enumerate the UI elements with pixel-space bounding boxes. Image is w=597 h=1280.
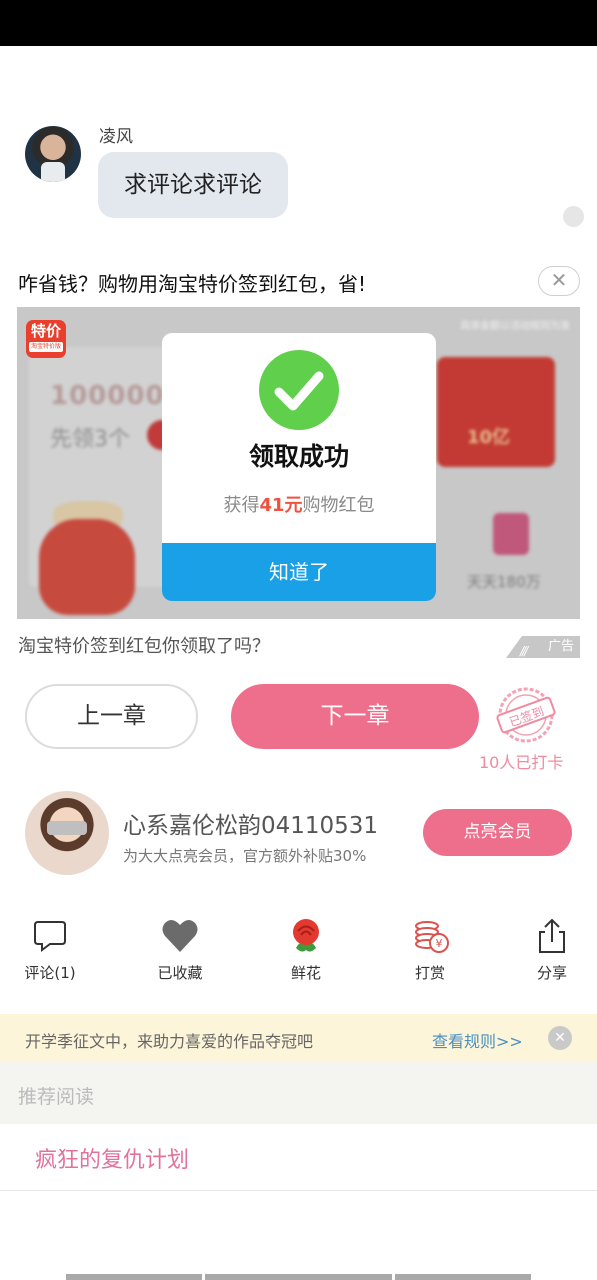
ad-caption[interactable]: 淘宝特价签到红包你领取了吗？ <box>18 632 270 658</box>
ad-sub-text: 先领3个 <box>50 427 130 452</box>
popup-ok-button[interactable]: 知道了 <box>162 543 436 601</box>
banner-close-icon[interactable]: ✕ <box>548 1026 572 1050</box>
recommend-heading: 推荐阅读 <box>18 1086 95 1108</box>
popup-title: 领取成功 <box>248 442 349 471</box>
checkin-stamp-icon[interactable]: 已签到 <box>494 686 558 744</box>
commenter-name: 凌风 <box>99 127 133 147</box>
favorite-action[interactable]: 已收藏 <box>130 912 230 992</box>
more-dot-icon[interactable] <box>563 206 584 227</box>
view-rules-link[interactable]: 查看规则>> <box>432 1028 523 1052</box>
tip-action[interactable]: ¥ 打赏 <box>380 912 480 992</box>
tejia-logo-sub: 淘宝特价版 <box>29 342 63 352</box>
favorite-action-label: 已收藏 <box>157 964 203 982</box>
tejia-logo-text: 特价 <box>30 322 61 340</box>
member-avatar[interactable] <box>25 791 109 875</box>
popup-description: 获得41元购物红包 <box>162 491 436 517</box>
share-icon <box>539 918 565 953</box>
prev-chapter-button[interactable]: 上一章 <box>25 684 198 749</box>
tejia-logo: 特价 淘宝特价版 <box>26 320 66 358</box>
bottom-bar-segment <box>205 1274 392 1280</box>
popup-desc-prefix: 获得 <box>223 495 260 516</box>
share-action[interactable]: 分享 <box>502 912 597 992</box>
comment-bubble[interactable]: 求评论求评论 <box>98 152 288 218</box>
ad-pink-icon <box>493 513 529 555</box>
flower-action[interactable]: 鲜花 <box>256 912 356 992</box>
popup-desc-suffix: 购物红包 <box>302 495 375 516</box>
bottom-bar-segment <box>395 1274 531 1280</box>
bottom-bar-segment <box>66 1274 202 1280</box>
comment-item: 凌风 求评论求评论 <box>0 110 597 230</box>
comment-action-label: 评论(1) <box>24 964 76 982</box>
ad-daily-text: 天天180万 <box>467 573 541 591</box>
activate-member-button[interactable]: 点亮会员 <box>423 809 572 856</box>
status-bar <box>0 0 597 46</box>
ad-tag-stripes-icon: /// <box>520 644 528 658</box>
share-action-label: 分享 <box>536 964 567 982</box>
contest-banner-text[interactable]: 开学季征文中，来助力喜爱的作品夺冠吧 <box>25 1028 313 1052</box>
comment-action[interactable]: 评论(1) <box>0 912 100 992</box>
next-chapter-button[interactable]: 下一章 <box>231 684 479 749</box>
bottom-indicator <box>0 1274 597 1280</box>
member-name: 心系嘉伦松韵04110531 <box>123 813 379 839</box>
tip-action-label: 打赏 <box>414 964 445 982</box>
heart-icon <box>162 920 198 952</box>
ad-title[interactable]: 咋省钱？购物用淘宝特价签到红包，省! <box>18 268 366 297</box>
red-envelope-icon <box>437 357 555 467</box>
member-subtitle: 为大大点亮会员，官方额外补贴30% <box>123 847 367 865</box>
action-bar: 评论(1) 已收藏 鲜花 ¥ 打赏 分享 <box>0 912 597 992</box>
checkin-count: 10人已打卡 <box>479 753 564 772</box>
flower-action-label: 鲜花 <box>290 964 321 982</box>
commenter-avatar[interactable] <box>25 126 81 182</box>
divider <box>0 1190 597 1191</box>
coins-icon: ¥ <box>415 921 449 953</box>
ad-image[interactable]: 1000000 先领3个 天天180万 具体金额以活动规则为准 特价 淘宝特价版… <box>17 307 580 619</box>
ad-tag-label: 广告 <box>547 639 574 654</box>
comment-icon <box>34 921 66 952</box>
popup-amount: 41元 <box>259 495 303 516</box>
contest-banner: 开学季征文中，来助力喜爱的作品夺冠吧 查看规则>> ✕ <box>0 1014 597 1062</box>
svg-text:¥: ¥ <box>436 937 443 950</box>
recommend-section-header: 推荐阅读 <box>0 1062 597 1124</box>
success-check-icon <box>259 350 339 430</box>
ad-tag: /// 广告 <box>506 636 580 658</box>
ad-close-button[interactable]: ✕ <box>538 266 580 296</box>
recommend-item[interactable]: 疯狂的复仇计划 <box>35 1142 189 1174</box>
rose-icon <box>293 919 319 952</box>
ad-top-note: 具体金额以活动规则为准 <box>460 321 570 332</box>
success-popup: 领取成功 获得41元购物红包 知道了 <box>162 333 436 601</box>
ad-jar-icon <box>39 519 135 615</box>
